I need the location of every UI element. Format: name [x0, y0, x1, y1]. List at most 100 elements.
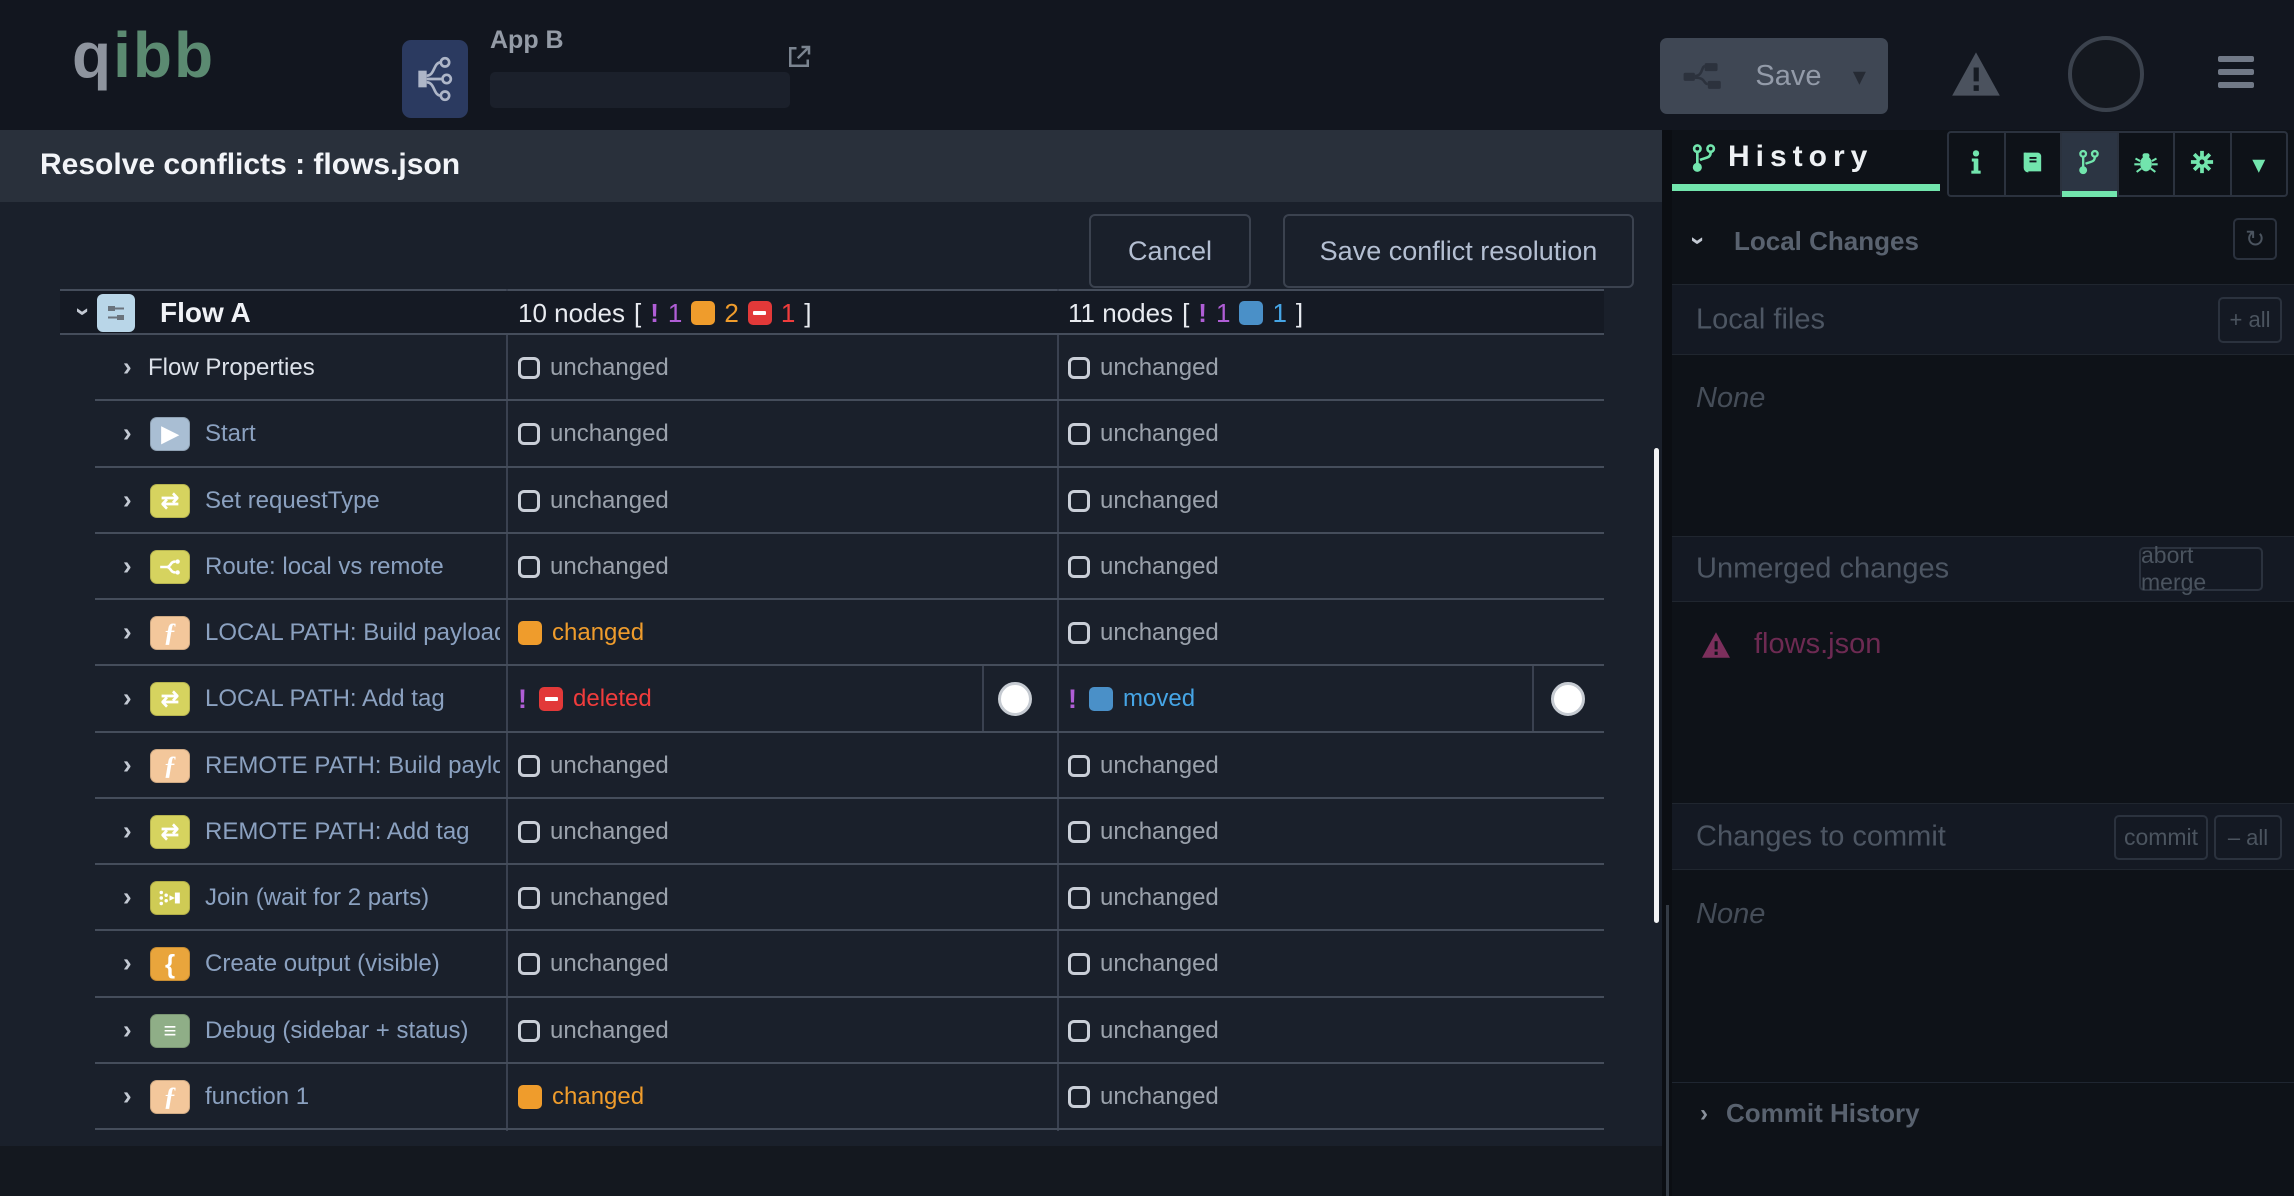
- resolve-local-radio[interactable]: [998, 682, 1032, 716]
- table-row[interactable]: ›{Create output (visible)unchangedunchan…: [60, 931, 1604, 997]
- unstage-all-button[interactable]: – all: [2214, 815, 2282, 860]
- refresh-button[interactable]: ↻: [2233, 218, 2277, 260]
- splitter-handle[interactable]: [1666, 905, 1669, 1196]
- summary-text: 1: [1216, 298, 1230, 329]
- status-square-icon: [1089, 687, 1113, 711]
- select-checkbox[interactable]: [518, 423, 540, 445]
- main-menu-button[interactable]: [2218, 56, 2254, 88]
- stage-all-button[interactable]: + all: [2218, 297, 2282, 343]
- book-icon: [2019, 148, 2047, 181]
- app-icon[interactable]: [402, 40, 468, 118]
- save-caret-icon[interactable]: ▾: [1853, 61, 1866, 92]
- expand-chevron-icon[interactable]: ›: [123, 1080, 132, 1111]
- expand-chevron-icon[interactable]: ›: [123, 815, 132, 846]
- table-row[interactable]: ›ƒREMOTE PATH: Build payloadunchangedunc…: [60, 733, 1604, 799]
- expand-chevron-icon[interactable]: ›: [123, 683, 132, 714]
- local-changes-header[interactable]: › Local Changes ↻: [1672, 218, 2294, 266]
- select-checkbox[interactable]: [1068, 821, 1090, 843]
- table-row[interactable]: ›⇄LOCAL PATH: Add tag!deleted!moved: [60, 666, 1604, 732]
- select-checkbox[interactable]: [518, 357, 540, 379]
- node-name: function 1: [205, 1083, 500, 1111]
- select-checkbox[interactable]: [518, 953, 540, 975]
- git-branch-icon: [2075, 148, 2103, 181]
- expand-chevron-icon[interactable]: ›: [123, 749, 132, 780]
- table-row[interactable]: ›Join (wait for 2 parts)unchangedunchang…: [60, 865, 1604, 931]
- flow-header-row[interactable]: ›Flow A10 nodes[!121]11 nodes[!11]: [60, 291, 1604, 335]
- table-row[interactable]: ›≡Debug (sidebar + status)unchangeduncha…: [60, 998, 1604, 1064]
- local-status-cell: unchanged: [518, 468, 978, 534]
- select-checkbox[interactable]: [1068, 1020, 1090, 1042]
- select-checkbox[interactable]: [518, 887, 540, 909]
- tab-info[interactable]: [1949, 133, 2006, 195]
- status-square-icon: [691, 301, 715, 325]
- summary-text: 11 nodes: [1068, 298, 1173, 329]
- tab-config[interactable]: [2175, 133, 2232, 195]
- select-checkbox[interactable]: [1068, 622, 1090, 644]
- tab-help[interactable]: [2006, 133, 2063, 195]
- select-checkbox[interactable]: [1068, 953, 1090, 975]
- select-checkbox[interactable]: [518, 821, 540, 843]
- app-window: qibb App B Save ▾: [0, 0, 2294, 1196]
- tab-more[interactable]: ▾: [2232, 133, 2287, 195]
- notifications-warning-icon[interactable]: [1950, 50, 2002, 103]
- dialog-scrollbar[interactable]: [1654, 448, 1659, 923]
- table-row[interactable]: ›Flow Propertiesunchangedunchanged: [60, 335, 1604, 401]
- expand-chevron-icon[interactable]: ›: [123, 616, 132, 647]
- table-row[interactable]: ›ƒfunction 1changedunchanged: [60, 1064, 1604, 1130]
- open-external-icon[interactable]: [784, 42, 814, 77]
- unmerged-file-name[interactable]: flows.json: [1754, 628, 1881, 661]
- unmerged-file-row[interactable]: flows.json: [1700, 628, 1881, 661]
- table-row[interactable]: ›▶Startunchangedunchanged: [60, 401, 1604, 467]
- history-sidebar: History ▾ › Local Changes ↻ Local files …: [1672, 130, 2294, 1196]
- expand-chevron-icon[interactable]: ›: [123, 550, 132, 581]
- select-checkbox[interactable]: [1068, 556, 1090, 578]
- status-square-icon: [518, 1085, 542, 1109]
- select-checkbox[interactable]: [518, 556, 540, 578]
- expand-chevron-icon[interactable]: ›: [123, 484, 132, 515]
- collapse-chevron-icon[interactable]: ›: [68, 307, 99, 316]
- local-changes-title: Local Changes: [1734, 226, 1919, 257]
- commit-history-header[interactable]: › Commit History: [1700, 1098, 1920, 1129]
- node-name: Join (wait for 2 parts): [205, 884, 500, 912]
- expand-chevron-icon[interactable]: ›: [123, 881, 132, 912]
- tab-history[interactable]: [2062, 133, 2119, 195]
- table-row[interactable]: ›⇄Set requestTypeunchangedunchanged: [60, 468, 1604, 534]
- select-checkbox[interactable]: [1068, 357, 1090, 379]
- node-name: Debug (sidebar + status): [205, 1017, 500, 1045]
- expand-chevron-icon[interactable]: ›: [123, 948, 132, 979]
- select-checkbox[interactable]: [1068, 423, 1090, 445]
- save-conflict-resolution-button[interactable]: Save conflict resolution: [1283, 214, 1634, 288]
- remote-status-cell: unchanged: [1068, 534, 1528, 600]
- expand-chevron-icon[interactable]: ›: [123, 351, 132, 382]
- expand-chevron-icon[interactable]: ›: [123, 1014, 132, 1045]
- sidebar-divider: [1672, 1082, 2294, 1083]
- node-name: Flow Properties: [148, 354, 498, 382]
- user-avatar[interactable]: [2068, 36, 2144, 112]
- save-button-label: Save: [1755, 60, 1821, 93]
- collapse-chevron-icon[interactable]: ›: [1683, 236, 1714, 245]
- commit-history-title: Commit History: [1726, 1098, 1920, 1129]
- table-row[interactable]: ›⇄REMOTE PATH: Add tagunchangedunchanged: [60, 799, 1604, 865]
- commit-button[interactable]: commit: [2114, 815, 2208, 860]
- resolve-remote-radio[interactable]: [1551, 682, 1585, 716]
- local-status-cell: unchanged: [518, 865, 978, 931]
- deploy-save-button[interactable]: Save ▾: [1660, 38, 1888, 114]
- cancel-button[interactable]: Cancel: [1089, 214, 1251, 288]
- table-row[interactable]: ›ƒLOCAL PATH: Build payloadchangedunchan…: [60, 600, 1604, 666]
- select-checkbox[interactable]: [518, 755, 540, 777]
- select-checkbox[interactable]: [518, 1020, 540, 1042]
- select-checkbox[interactable]: [1068, 490, 1090, 512]
- remote-summary: 11 nodes[!11]: [1068, 291, 1528, 335]
- select-checkbox[interactable]: [518, 490, 540, 512]
- abort-merge-button[interactable]: abort merge: [2139, 547, 2263, 591]
- select-checkbox[interactable]: [1068, 1086, 1090, 1108]
- gear-icon: [2188, 148, 2216, 181]
- change-node-icon: ⇄: [150, 682, 190, 716]
- tab-debug[interactable]: [2119, 133, 2176, 195]
- expand-chevron-icon[interactable]: ›: [123, 418, 132, 449]
- app-subtitle-redacted: [490, 72, 790, 108]
- select-checkbox[interactable]: [1068, 887, 1090, 909]
- table-row[interactable]: ›Route: local vs remoteunchangedunchange…: [60, 534, 1604, 600]
- select-checkbox[interactable]: [1068, 755, 1090, 777]
- expand-chevron-icon[interactable]: ›: [1700, 1100, 1708, 1128]
